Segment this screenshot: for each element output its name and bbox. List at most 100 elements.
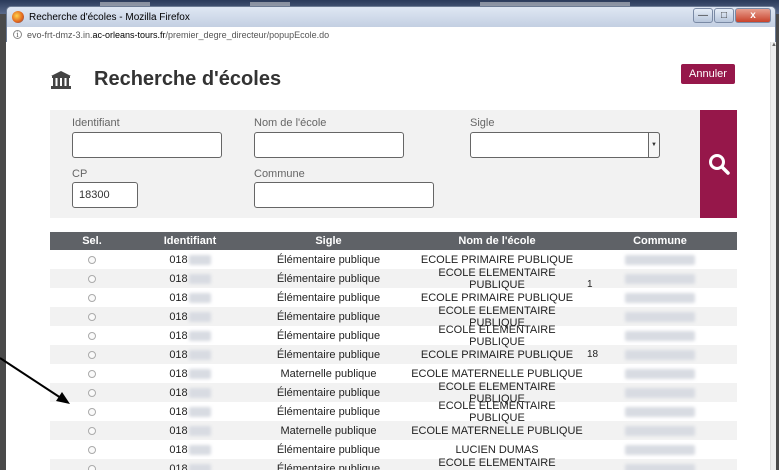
chevron-down-icon[interactable]: ▼ <box>648 132 660 158</box>
table-row[interactable]: 018 Maternelle publique ECOLE MATERNELLE P… <box>50 364 737 383</box>
page-title: Recherche d'écoles <box>94 68 282 90</box>
row-nom-ecole-cell: ECOLE PRIMAIRE PUBLIQUE 18 <box>411 348 598 361</box>
redacted-identifiant <box>188 273 211 284</box>
header-sel[interactable]: Sel. <box>50 235 134 247</box>
table-row[interactable]: 018 Élémentaire publique ECOLE ELEMENTAIRE… <box>50 267 737 291</box>
row-commune-cell <box>583 330 737 342</box>
minimize-button[interactable]: — <box>693 8 713 23</box>
table-row[interactable]: 018 Élémentaire publique ECOLE ELEMENTAIRE… <box>50 456 737 470</box>
row-nom-ecole: ECOLE ELEMENTAIRE PUBLIQUE <box>438 456 556 470</box>
address-bar[interactable]: i evo-frt-dmz-3.in. ac-orleans-tours.fr/p… <box>7 27 775 43</box>
row-select-cell[interactable] <box>50 254 134 266</box>
redacted-identifiant <box>188 254 211 265</box>
page-content: Recherche d'écoles Annuler Identifiant N… <box>6 42 770 470</box>
search-icon <box>708 154 730 175</box>
row-select-cell[interactable] <box>50 425 134 437</box>
header-sigle[interactable]: Sigle <box>246 235 411 247</box>
row-identifiant: 018 <box>169 291 188 304</box>
row-select-cell[interactable] <box>50 387 134 399</box>
row-nom-ecole: ECOLE PRIMAIRE PUBLIQUE <box>420 291 574 304</box>
header-commune[interactable]: Commune <box>583 235 737 247</box>
cp-input[interactable]: 18300 <box>72 182 138 208</box>
redacted-commune <box>625 254 695 265</box>
row-identifiant-cell: 018 <box>134 406 246 418</box>
select-radio[interactable] <box>88 407 96 416</box>
row-identifiant-cell: 018 <box>134 368 246 380</box>
row-nom-ecole: LUCIEN DUMAS <box>455 443 539 456</box>
row-identifiant-cell: 018 <box>134 311 246 323</box>
select-radio[interactable] <box>88 445 96 454</box>
row-select-cell[interactable] <box>50 292 134 304</box>
row-select-cell[interactable] <box>50 444 134 456</box>
redacted-commune <box>625 425 695 436</box>
row-identifiant-cell: 018 <box>134 330 246 342</box>
select-radio[interactable] <box>88 255 96 264</box>
row-sigle: Élémentaire publique <box>276 329 381 342</box>
select-radio[interactable] <box>88 388 96 397</box>
row-nom-ecole: ECOLE MATERNELLE PUBLIQUE <box>411 367 583 380</box>
table-row[interactable]: 018 Élémentaire publique ECOLE ELEMENTAIRE… <box>50 305 737 329</box>
select-radio[interactable] <box>88 331 96 340</box>
close-window-button[interactable]: x <box>735 8 771 23</box>
page-header: Recherche d'écoles <box>50 68 281 91</box>
select-radio[interactable] <box>88 350 96 359</box>
select-radio[interactable] <box>88 293 96 302</box>
scroll-up-icon[interactable]: ▲ <box>771 42 777 48</box>
select-radio[interactable] <box>88 464 96 470</box>
commune-input[interactable] <box>254 182 434 208</box>
row-select-cell[interactable] <box>50 349 134 361</box>
table-row[interactable]: 018 Élémentaire publique ECOLE PRIMAIRE PU… <box>50 288 737 307</box>
header-identifiant[interactable]: Identifiant <box>134 235 246 247</box>
row-select-cell[interactable] <box>50 463 134 470</box>
row-identifiant-cell: 018 <box>134 425 246 437</box>
table-row[interactable]: 018 Élémentaire publique ECOLE PRIMAIRE PU… <box>50 250 737 269</box>
row-nom-ecole: ECOLE MATERNELLE PUBLIQUE <box>411 424 583 437</box>
row-select-cell[interactable] <box>50 330 134 342</box>
redacted-commune <box>625 387 695 398</box>
row-nom-ecole-cell: ECOLE MATERNELLE PUBLIQUE <box>411 425 583 437</box>
cancel-button[interactable]: Annuler <box>681 64 735 84</box>
header-nom-ecole[interactable]: Nom de l'école <box>411 235 583 247</box>
row-identifiant: 018 <box>169 443 188 456</box>
select-radio[interactable] <box>88 369 96 378</box>
select-radio[interactable] <box>88 426 96 435</box>
row-commune-cell <box>583 292 737 304</box>
row-commune-cell <box>583 273 737 285</box>
table-row[interactable]: 018 Élémentaire publique ECOLE ELEMENTAIRE… <box>50 400 737 424</box>
row-sigle: Élémentaire publique <box>276 405 381 418</box>
row-sigle: Élémentaire publique <box>276 272 381 285</box>
row-select-cell[interactable] <box>50 273 134 285</box>
row-sigle: Élémentaire publique <box>276 310 381 323</box>
sigle-select[interactable]: ▼ <box>470 132 660 158</box>
row-identifiant: 018 <box>169 424 188 437</box>
search-button[interactable] <box>700 110 737 218</box>
vertical-scrollbar[interactable]: ▲ <box>770 42 777 470</box>
table-row[interactable]: 018 Élémentaire publique ECOLE PRIMAIRE PU… <box>50 345 737 364</box>
row-commune-cell <box>583 254 737 266</box>
row-select-cell[interactable] <box>50 368 134 380</box>
select-radio[interactable] <box>88 274 96 283</box>
table-row[interactable]: 018 Maternelle publique ECOLE MATERNELLE P… <box>50 421 737 440</box>
redacted-identifiant <box>188 311 211 322</box>
redacted-commune <box>625 406 695 417</box>
row-select-cell[interactable] <box>50 311 134 323</box>
row-commune-cell <box>583 349 737 361</box>
row-identifiant-cell: 018 <box>134 254 246 266</box>
row-identifiant-cell: 018 <box>134 387 246 399</box>
table-row[interactable]: 018 Élémentaire publique ECOLE ELEMENTAIRE… <box>50 381 737 405</box>
table-row[interactable]: 018 Élémentaire publique LUCIEN DUMAS <box>50 440 737 459</box>
redacted-identifiant <box>188 425 211 436</box>
redacted-identifiant <box>188 368 211 379</box>
select-radio[interactable] <box>88 312 96 321</box>
redacted-commune <box>625 292 695 303</box>
table-row[interactable]: 018 Élémentaire publique ECOLE ELEMENTAIRE… <box>50 324 737 348</box>
info-icon[interactable]: i <box>13 30 22 39</box>
row-identifiant: 018 <box>169 253 188 266</box>
row-nom-ecole: ECOLE PRIMAIRE PUBLIQUE <box>420 348 574 361</box>
row-select-cell[interactable] <box>50 406 134 418</box>
maximize-button[interactable]: □ <box>714 8 734 23</box>
identifiant-input[interactable] <box>72 132 222 158</box>
row-identifiant-cell: 018 <box>134 463 246 470</box>
table-header: Sel. Identifiant Sigle Nom de l'école Co… <box>50 232 737 250</box>
nom-ecole-input[interactable] <box>254 132 404 158</box>
